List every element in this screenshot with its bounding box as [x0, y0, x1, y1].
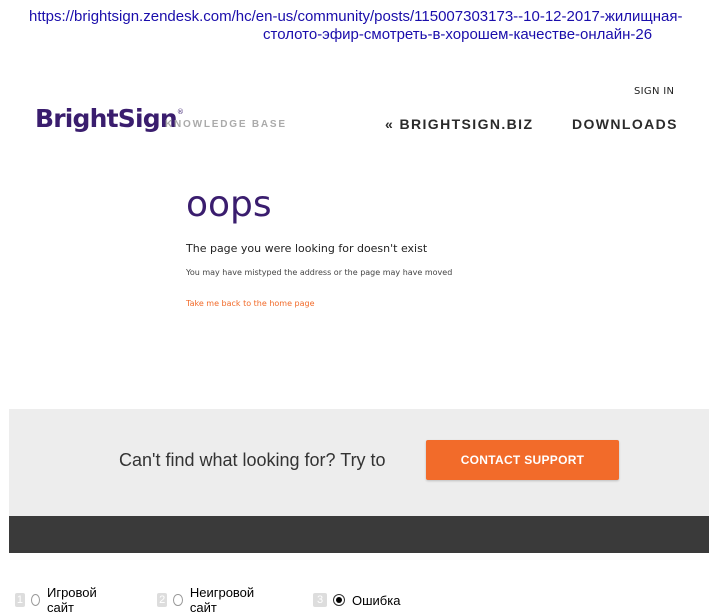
- url-text-line-2: столото-эфир-смотреть-в-хорошем-качестве…: [263, 26, 653, 43]
- contact-support-button[interactable]: CONTACT SUPPORT: [426, 440, 619, 480]
- url-text-line-1: https://brightsign.zendesk.com/hc/en-us/…: [29, 8, 683, 25]
- sign-in-link[interactable]: SIGN IN: [634, 86, 674, 97]
- option-non-game-site[interactable]: 2 Неигровой сайт: [157, 585, 260, 615]
- support-prompt: Can't find what looking for? Try to: [119, 450, 386, 470]
- radio-button[interactable]: [173, 594, 183, 606]
- option-game-site[interactable]: 1 Игровой сайт: [15, 585, 104, 615]
- page-footer: [9, 516, 709, 553]
- nav-downloads-link[interactable]: DOWNLOADS: [572, 116, 678, 132]
- option-number: 3: [313, 593, 327, 607]
- option-label: Ошибка: [352, 592, 401, 608]
- error-message: The page you were looking for doesn't ex…: [186, 242, 428, 255]
- registered-mark: ®: [176, 108, 184, 116]
- option-number: 1: [15, 593, 25, 607]
- knowledge-base-label: KNOWLEDGE BASE: [165, 119, 287, 130]
- option-error[interactable]: 3 Ошибка: [313, 591, 400, 609]
- radio-button-selected[interactable]: [333, 594, 345, 606]
- brightsign-logo[interactable]: BrightSign®: [35, 104, 184, 133]
- nav-brightsign-biz-link[interactable]: « BRIGHTSIGN.BIZ: [385, 116, 533, 132]
- logo-text: BrightSign: [35, 104, 178, 133]
- error-title: oops: [186, 184, 272, 225]
- home-page-link[interactable]: Take me back to the home page: [186, 299, 315, 308]
- option-label: Неигровой сайт: [189, 585, 255, 615]
- option-number: 2: [157, 593, 168, 607]
- radio-button[interactable]: [30, 594, 40, 606]
- error-sub-message: You may have mistyped the address or the…: [186, 268, 453, 277]
- option-label: Игровой сайт: [46, 585, 97, 615]
